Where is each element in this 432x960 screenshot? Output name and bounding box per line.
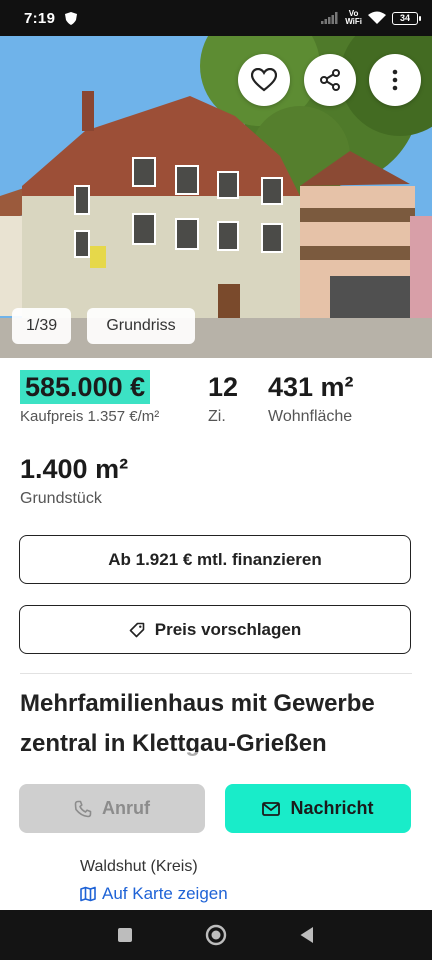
status-bar: 7:19 Vo WiFi 34 bbox=[0, 0, 432, 36]
system-navigation-bar bbox=[0, 910, 432, 960]
message-button[interactable]: Nachricht bbox=[225, 784, 411, 833]
plot-area-value: 1.400 m² bbox=[20, 454, 129, 484]
propose-price-label: Preis vorschlagen bbox=[154, 619, 302, 639]
photo-counter: 1/39 bbox=[12, 308, 72, 344]
show-on-map-link[interactable]: Auf Karte zeigen bbox=[80, 884, 228, 904]
volte-indicator: Vo WiFi bbox=[345, 10, 362, 26]
call-button-label: Anruf bbox=[102, 798, 150, 818]
listing-photo-gallery[interactable]: 1/39 Grundriss bbox=[0, 36, 432, 358]
heart-icon bbox=[251, 68, 277, 92]
share-button[interactable] bbox=[304, 54, 356, 106]
favorite-button[interactable] bbox=[238, 54, 290, 106]
call-button[interactable]: Anruf bbox=[19, 784, 205, 833]
volte-bottom: WiFi bbox=[345, 17, 362, 26]
tag-icon bbox=[129, 622, 145, 637]
living-area-label: Wohnfläche bbox=[268, 408, 353, 425]
location-district: Waldshut (Kreis) bbox=[80, 858, 198, 875]
mail-icon bbox=[262, 801, 281, 816]
map-icon bbox=[80, 886, 96, 902]
rooms-value: 12 bbox=[208, 372, 239, 402]
message-button-label: Nachricht bbox=[290, 798, 374, 818]
floorplan-button[interactable]: Grundriss bbox=[87, 308, 195, 344]
nav-home-icon[interactable] bbox=[205, 924, 227, 946]
price-value: 585.000 € bbox=[20, 370, 151, 404]
wifi-icon bbox=[368, 11, 386, 24]
more-vertical-icon bbox=[392, 69, 398, 91]
plot-area-label: Grundstück bbox=[20, 490, 102, 507]
living-area-section: 431 m² Wohnfläche bbox=[268, 370, 354, 426]
price-section: 585.000 € Kaufpreis 1.357 €/m² bbox=[20, 370, 159, 425]
living-area-value: 431 m² bbox=[268, 372, 354, 402]
rooms-label: Zi. bbox=[208, 408, 226, 425]
share-icon bbox=[320, 69, 340, 91]
financing-button[interactable]: Ab 1.921 € mtl. finanzieren bbox=[19, 535, 411, 584]
nav-back-icon[interactable] bbox=[299, 926, 315, 944]
section-divider bbox=[20, 673, 412, 674]
phone-icon bbox=[74, 800, 92, 817]
more-options-button[interactable] bbox=[369, 54, 421, 106]
rooms-section: 12 Zi. bbox=[208, 370, 238, 426]
nav-recent-icon[interactable] bbox=[117, 927, 133, 943]
price-per-sqm: Kaufpreis 1.357 €/m² bbox=[20, 408, 160, 425]
shield-icon bbox=[65, 11, 78, 25]
status-time: 7:19 bbox=[24, 9, 56, 27]
battery-indicator: 34 bbox=[392, 11, 421, 25]
financing-button-label: Ab 1.921 € mtl. finanzieren bbox=[108, 549, 322, 569]
signal-icon bbox=[321, 12, 338, 24]
plot-area-section: 1.400 m² Grundstück bbox=[20, 452, 128, 508]
propose-price-button[interactable]: Preis vorschlagen bbox=[19, 605, 411, 654]
show-on-map-label: Auf Karte zeigen bbox=[102, 884, 228, 903]
